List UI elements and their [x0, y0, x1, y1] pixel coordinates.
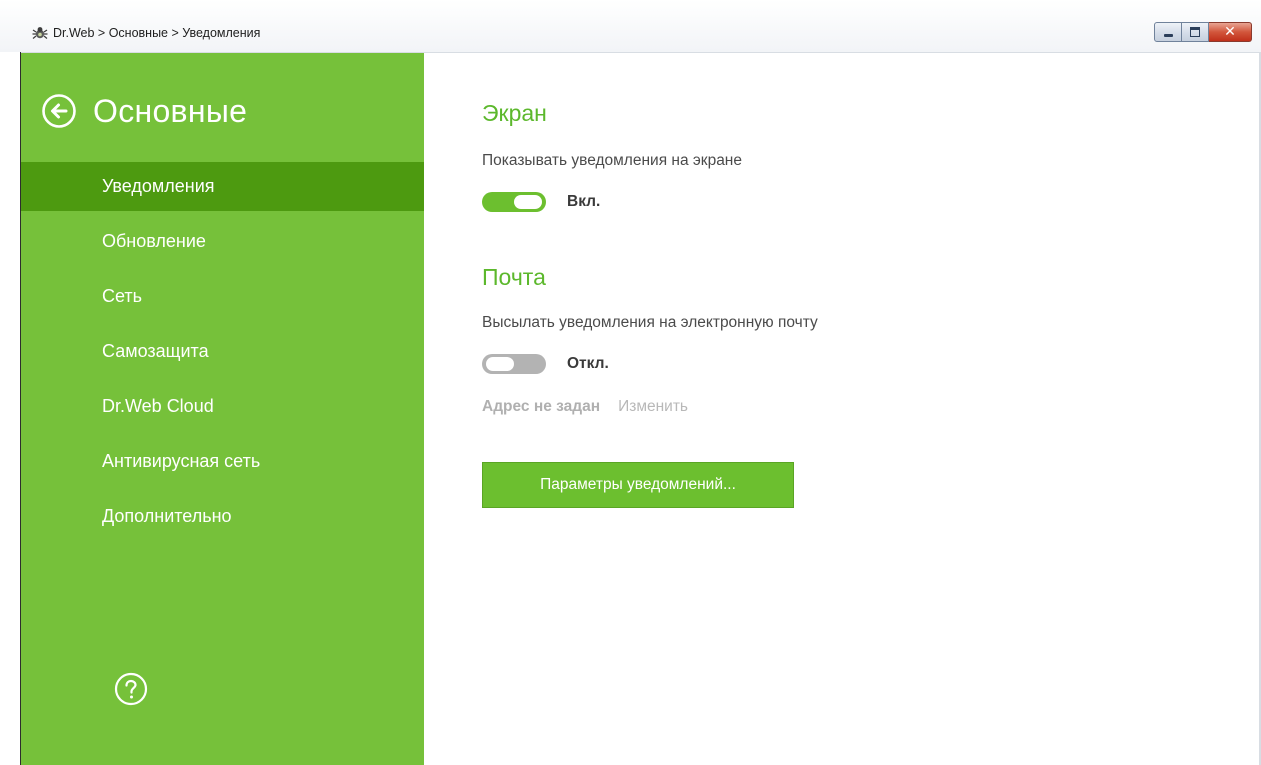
toggle-knob: [514, 195, 542, 209]
spider-icon: [32, 27, 48, 39]
sidebar-item-self-protection[interactable]: Самозащита: [21, 327, 424, 376]
close-button[interactable]: ✕: [1209, 22, 1252, 42]
screen-toggle-label: Вкл.: [567, 193, 601, 210]
help-icon[interactable]: [114, 672, 148, 706]
mail-toggle-label: Откл.: [567, 355, 609, 372]
sidebar-item-update[interactable]: Обновление: [21, 217, 424, 266]
sidebar-item-advanced[interactable]: Дополнительно: [21, 492, 424, 541]
mail-address-row: Адрес не задан Изменить: [482, 397, 688, 417]
screen-section-title: Экран: [482, 100, 547, 126]
mail-notifications-toggle[interactable]: [482, 354, 546, 374]
change-address-link[interactable]: Изменить: [618, 398, 688, 416]
sidebar-title: Основные: [93, 93, 248, 129]
sidebar: Основные Уведомления Обновление Сеть Сам…: [21, 53, 424, 765]
sidebar-item-antivirus-network[interactable]: Антивирусная сеть: [21, 437, 424, 486]
screen-section-description: Показывать уведомления на экране: [482, 152, 742, 169]
back-button[interactable]: Основные: [41, 93, 247, 129]
minimize-button[interactable]: [1154, 22, 1182, 42]
sidebar-item-notifications[interactable]: Уведомления: [21, 162, 424, 211]
toggle-knob: [486, 357, 514, 371]
mail-toggle-row: Откл.: [482, 354, 609, 374]
mail-section-description: Высылать уведомления на электронную почт…: [482, 314, 818, 331]
minimize-icon: [1164, 34, 1173, 37]
window-controls: ✕: [1154, 22, 1252, 42]
sidebar-item-network[interactable]: Сеть: [21, 272, 424, 321]
mail-section-title: Почта: [482, 264, 546, 290]
address-status: Адрес не задан: [482, 398, 601, 415]
sidebar-item-drweb-cloud[interactable]: Dr.Web Cloud: [21, 382, 424, 431]
screen-toggle-row: Вкл.: [482, 192, 600, 212]
screen-notifications-toggle[interactable]: [482, 192, 546, 212]
main-panel: Экран Показывать уведомления на экране В…: [424, 53, 1259, 765]
back-arrow-icon: [42, 94, 76, 128]
notification-parameters-button[interactable]: Параметры уведомлений...: [482, 462, 794, 508]
close-icon: ✕: [1224, 24, 1236, 40]
window-left-border: [0, 52, 21, 765]
window-title: Dr.Web > Основные > Уведомления: [53, 26, 261, 40]
maximize-button[interactable]: [1182, 22, 1209, 42]
maximize-icon: [1190, 27, 1200, 37]
sidebar-nav: Уведомления Обновление Сеть Самозащита D…: [21, 162, 424, 547]
title-bar: Dr.Web > Основные > Уведомления ✕: [0, 0, 1261, 53]
